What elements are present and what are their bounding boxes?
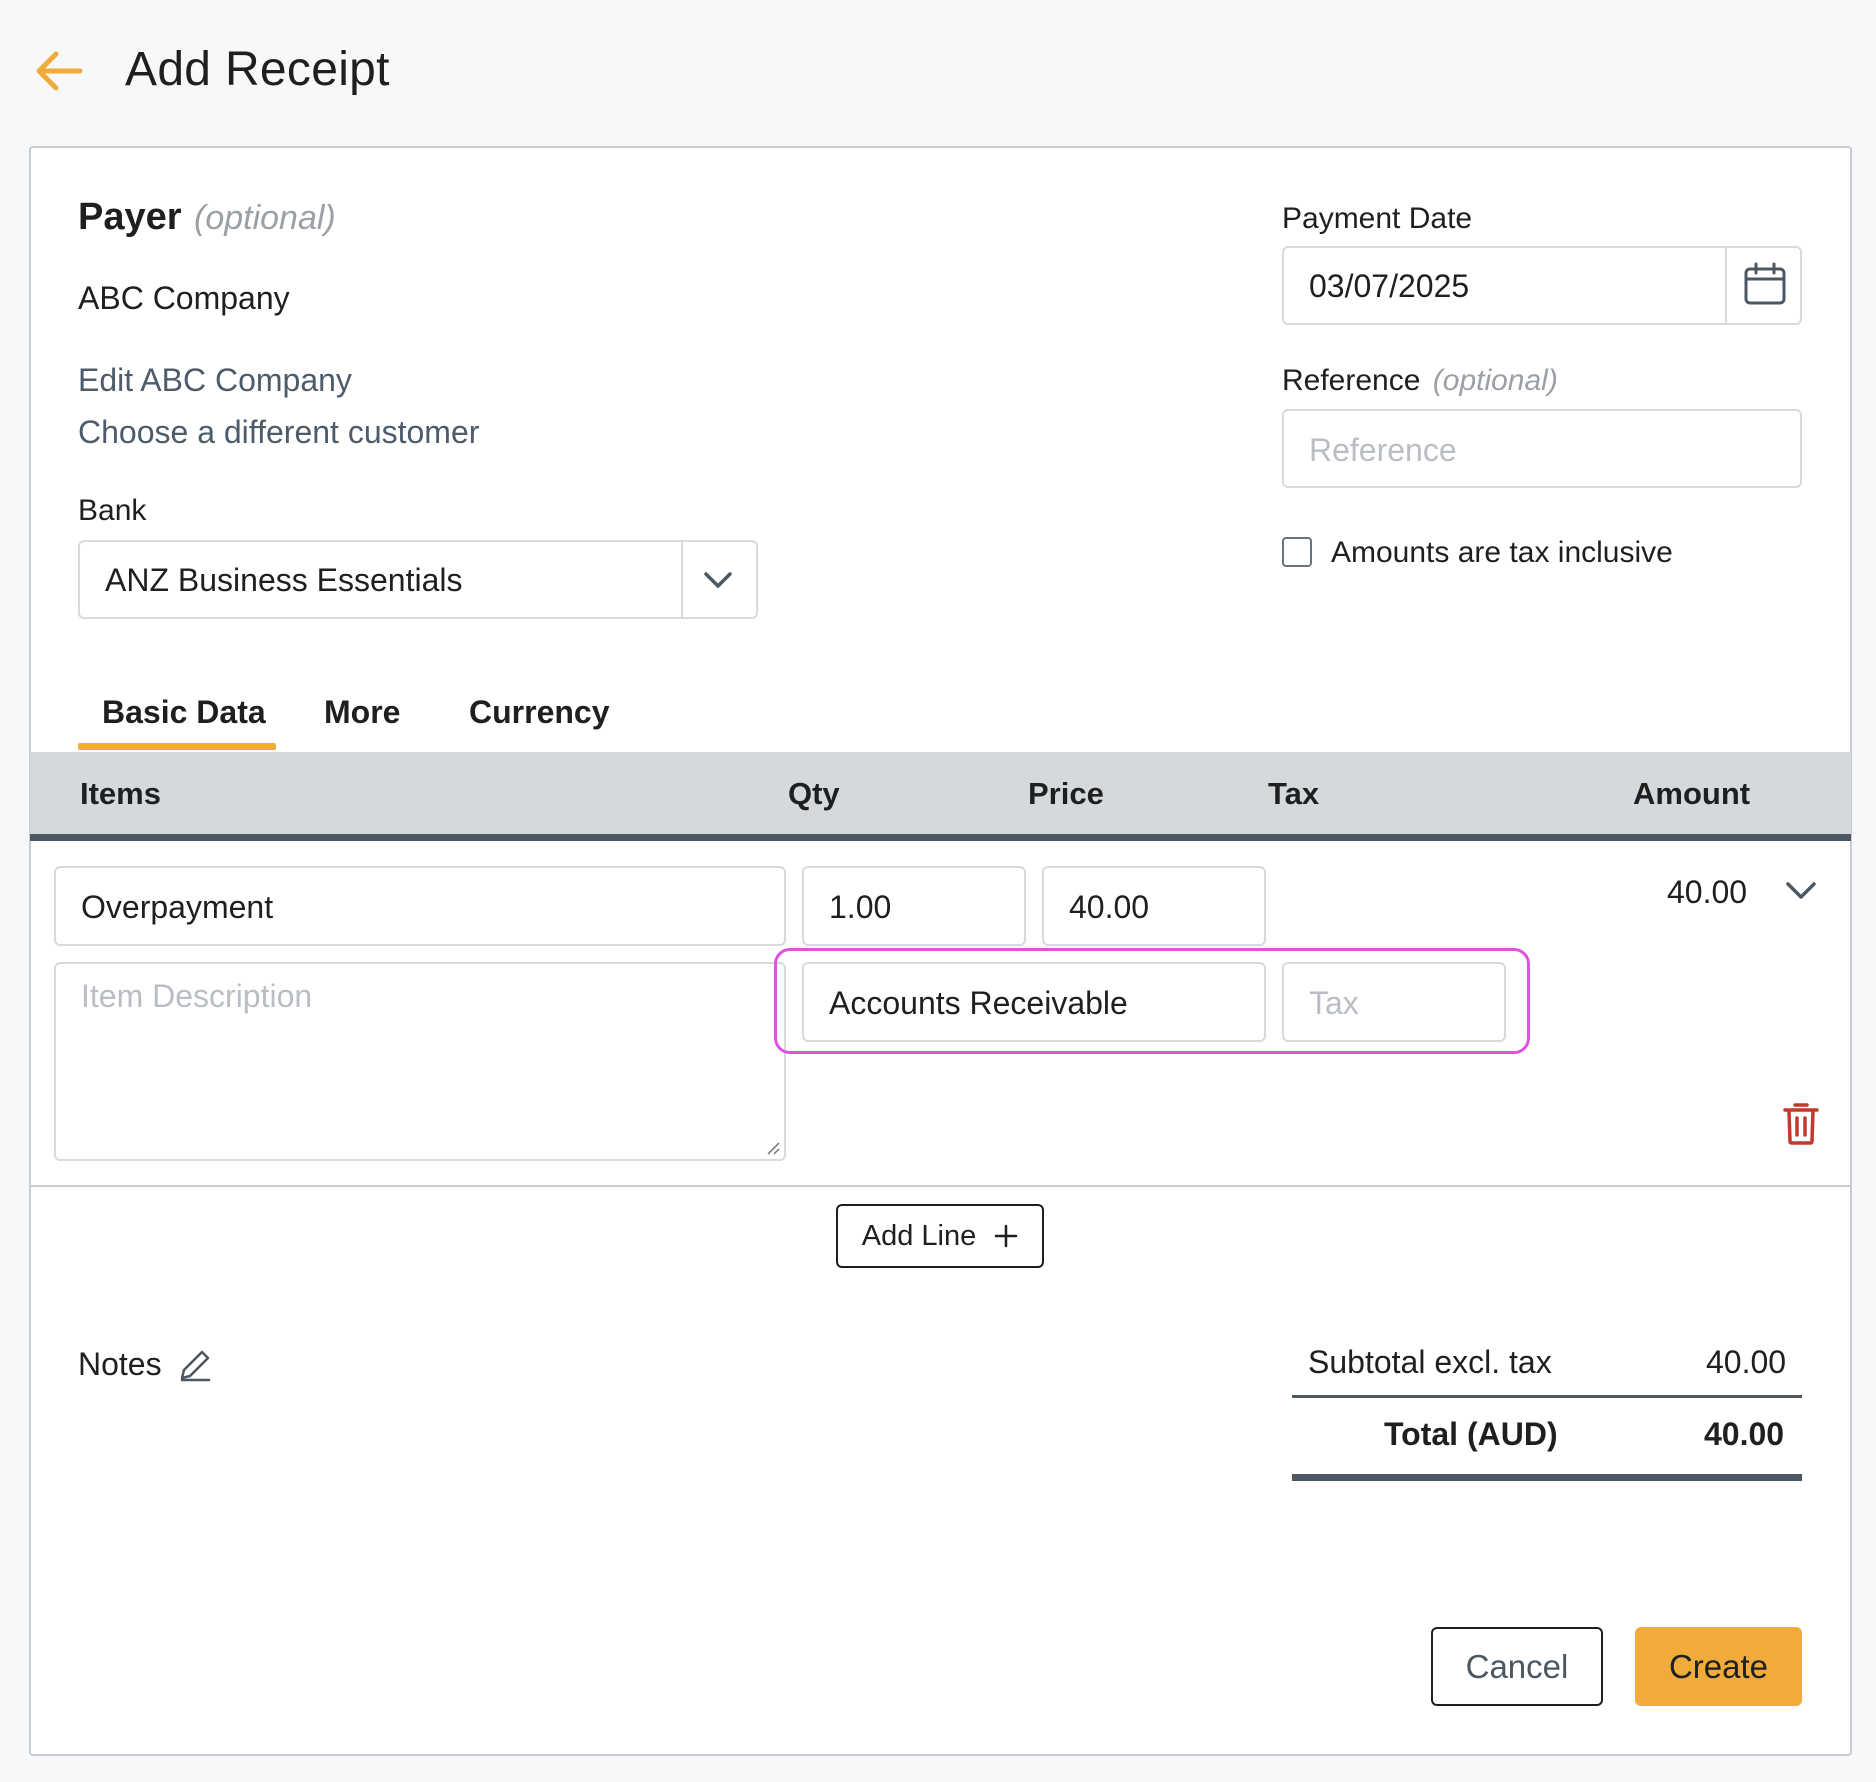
subtotal-label: Subtotal excl. tax (1308, 1344, 1552, 1380)
payment-date-value: 03/07/2025 (1309, 268, 1470, 304)
pencil-icon[interactable] (178, 1348, 212, 1382)
header-items: Items (80, 776, 161, 811)
add-line-button[interactable]: Add Line (836, 1204, 1044, 1268)
back-arrow-icon[interactable] (34, 48, 84, 94)
page-title: Add Receipt (125, 43, 390, 96)
add-line-label: Add Line (861, 1219, 977, 1252)
tax-placeholder: Tax (1309, 985, 1359, 1021)
payer-label: Payer (78, 196, 182, 238)
tax-select[interactable]: Tax (1282, 962, 1506, 1042)
reference-placeholder: Reference (1309, 432, 1457, 468)
header-tax: Tax (1268, 776, 1320, 811)
total-value: 40.00 (1704, 1416, 1785, 1452)
tab-currency[interactable]: Currency (469, 694, 610, 731)
chevron-down-icon (704, 572, 732, 588)
reference-optional: (optional) (1432, 364, 1558, 397)
select-divider (681, 542, 683, 617)
payment-date-field[interactable]: 03/07/2025 (1282, 246, 1802, 325)
bank-label: Bank (78, 494, 147, 527)
bank-select-value: ANZ Business Essentials (105, 562, 463, 598)
price-value: 40.00 (1069, 889, 1150, 925)
cancel-button[interactable]: Cancel (1431, 1627, 1603, 1706)
price-input[interactable]: 40.00 (1042, 866, 1266, 946)
choose-customer-link[interactable]: Choose a different customer (78, 414, 479, 451)
subtotal-value: 40.00 (1706, 1344, 1787, 1380)
header-price: Price (1028, 776, 1104, 811)
reference-field[interactable]: Reference (1282, 409, 1802, 488)
date-divider (1725, 248, 1727, 323)
line-amount: 40.00 (1667, 874, 1748, 910)
tax-inclusive-checkbox[interactable] (1282, 537, 1312, 567)
plus-icon (995, 1224, 1018, 1248)
create-button[interactable]: Create (1635, 1627, 1802, 1706)
payer-name: ABC Company (78, 280, 290, 316)
tax-inclusive-label: Amounts are tax inclusive (1331, 536, 1673, 569)
reference-label: Reference (1282, 364, 1421, 397)
payer-heading: Payer (optional) (78, 196, 336, 239)
row-divider (30, 1185, 1851, 1187)
trash-icon[interactable] (1782, 1100, 1820, 1146)
active-tab-indicator (78, 743, 276, 750)
reference-heading: Reference (optional) (1282, 364, 1558, 398)
tab-basic-data[interactable]: Basic Data (102, 694, 266, 731)
item-value: Overpayment (81, 889, 274, 925)
item-description-placeholder: Item Description (81, 978, 313, 1014)
notes-label: Notes (78, 1346, 162, 1382)
total-label: Total (AUD) (1384, 1416, 1558, 1452)
header-qty: Qty (788, 776, 840, 811)
qty-input[interactable]: 1.00 (802, 866, 1026, 946)
account-select[interactable]: Accounts Receivable (802, 962, 1266, 1042)
payment-date-label: Payment Date (1282, 202, 1473, 235)
bank-select[interactable]: ANZ Business Essentials (78, 540, 758, 619)
edit-payer-link[interactable]: Edit ABC Company (78, 362, 352, 399)
calendar-icon[interactable] (1742, 262, 1788, 308)
header-amount: Amount (1633, 776, 1751, 811)
account-value: Accounts Receivable (829, 985, 1128, 1021)
item-description-textarea[interactable]: Item Description (54, 962, 786, 1161)
expand-line-chevron-icon[interactable] (1785, 876, 1817, 904)
cancel-label: Cancel (1465, 1647, 1569, 1685)
create-label: Create (1668, 1647, 1769, 1685)
tab-more[interactable]: More (324, 694, 400, 731)
resize-handle-icon[interactable] (764, 1139, 780, 1155)
payer-optional: (optional) (194, 199, 336, 237)
items-table-header (30, 752, 1851, 841)
item-input[interactable]: Overpayment (54, 866, 786, 946)
qty-value: 1.00 (829, 889, 892, 925)
total-underline (1292, 1474, 1802, 1481)
subtotal-divider (1292, 1395, 1802, 1398)
